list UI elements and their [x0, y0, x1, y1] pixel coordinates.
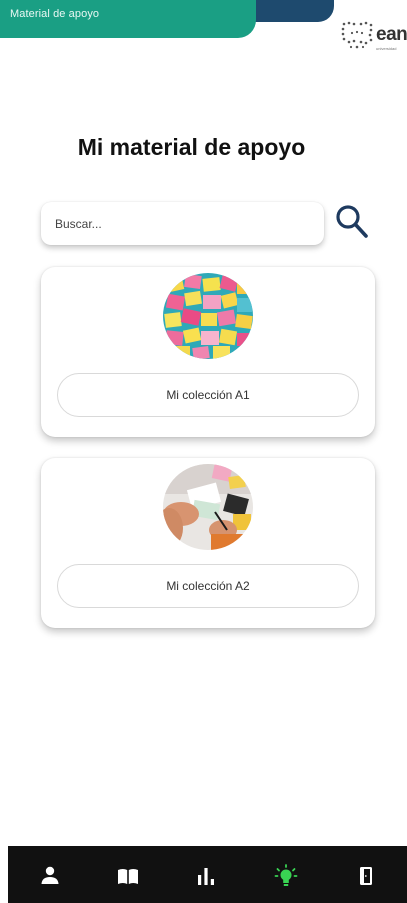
collection-image-hands-writing — [163, 464, 253, 550]
nav-statistics[interactable] — [194, 864, 218, 888]
door-exit-icon — [360, 867, 372, 885]
bar-chart-icon — [198, 868, 214, 885]
header-title: Material de apoyo — [10, 8, 100, 20]
collection-card: Mi colección A2 — [41, 458, 375, 628]
ean-logo: ean universidad — [338, 18, 407, 54]
nav-logout[interactable] — [354, 864, 378, 888]
header-banner: Material de apoyo — [0, 0, 256, 38]
search-input[interactable] — [55, 216, 324, 231]
logo-subtitle: universidad — [376, 46, 397, 51]
collection-a2-button[interactable]: Mi colección A2 — [57, 564, 359, 608]
collection-image-sticky-notes — [163, 273, 253, 359]
bottom-navigation — [8, 846, 407, 903]
nav-profile[interactable] — [38, 864, 62, 888]
page-title: Mi material de apoyo — [77, 134, 306, 160]
lightbulb-icon — [274, 864, 298, 886]
logo-dots-icon — [341, 21, 373, 49]
app-screen: Material de apoyo ean universidad Mi mat… — [0, 0, 407, 903]
search-box — [41, 202, 324, 245]
nav-library[interactable] — [116, 864, 140, 888]
person-icon — [41, 866, 59, 884]
book-icon — [118, 869, 138, 884]
collection-card: Mi colección A1 — [41, 267, 375, 437]
search-icon — [336, 205, 368, 238]
nav-support-material[interactable] — [274, 864, 298, 888]
search-button[interactable] — [334, 203, 370, 241]
logo-text: ean — [376, 24, 407, 45]
collection-a1-button[interactable]: Mi colección A1 — [57, 373, 359, 417]
